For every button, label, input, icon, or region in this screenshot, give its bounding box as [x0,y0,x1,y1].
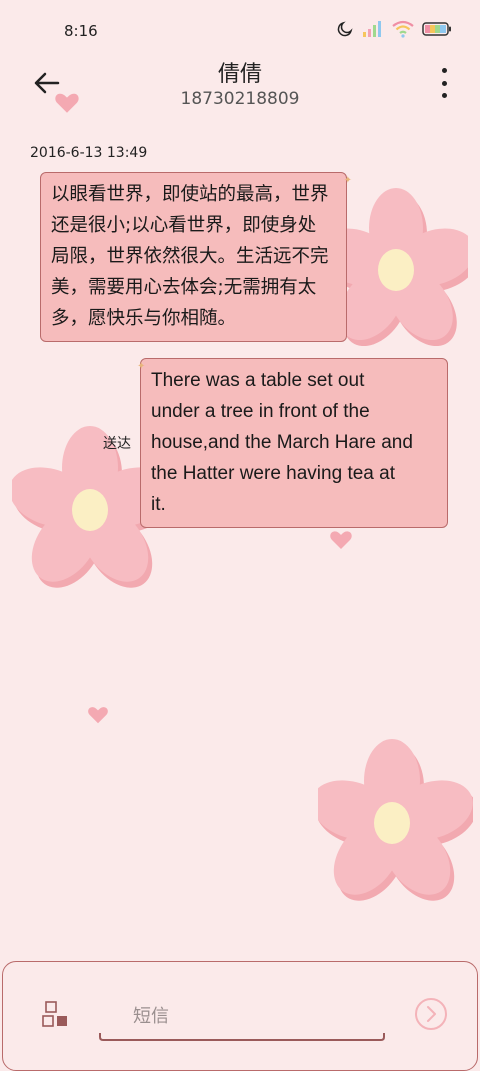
compose-bar [2,961,478,1071]
wifi-icon [392,20,414,38]
flower-decoration-bottom-right [318,739,473,901]
conversation-header: 倩倩 18730218809 [0,56,480,116]
message-line: There was a table set out [151,370,365,391]
message-line: 美，需要用心去体会;无需拥有太 [51,277,317,298]
star-decoration-icon: ✦ [137,361,146,372]
message-line: 多，愿快乐与你相随。 [51,308,237,329]
message-line: it. [151,494,166,515]
attachment-grid-icon [42,1001,67,1027]
status-time: 8:16 [64,22,98,40]
status-icons [336,20,452,38]
message-line: under a tree in front of the [151,401,370,422]
heart-decoration [88,707,108,724]
delivery-status: 送达 [103,436,131,452]
send-circle-icon [415,998,447,1030]
message-line: the Hatter were having tea at [151,463,395,484]
more-vertical-icon [441,68,447,73]
contact-name: 倩倩 [217,62,262,87]
moon-icon [337,21,353,37]
more-options-button[interactable] [438,68,450,98]
message-line: 以眼看世界，即使站的最高，世界 [51,184,329,205]
message-line: 局限，世界依然很大。生活远不完 [51,246,329,267]
message-line: 还是很小;以心看世界，即使身处 [51,215,317,236]
star-decoration-icon: ✦ [343,175,352,186]
status-bar: 8:16 [0,0,480,60]
attachment-button[interactable] [41,1000,71,1030]
message-line: house,and the March Hare and [151,432,413,453]
send-button[interactable] [413,996,449,1032]
signal-icon [363,21,381,37]
outgoing-message-bubble[interactable]: ✦ There was a table set out under a tree… [137,358,448,528]
incoming-message-bubble[interactable]: ✦ 以眼看世界，即使站的最高，世界 还是很小;以心看世界，即使身处 局限，世界依… [40,172,352,342]
message-timestamp: 2016-6-13 13:49 [30,145,148,161]
contact-number: 18730218809 [180,89,300,109]
battery-icon [422,22,451,36]
input-underline [99,1033,385,1041]
heart-decoration [330,531,352,549]
